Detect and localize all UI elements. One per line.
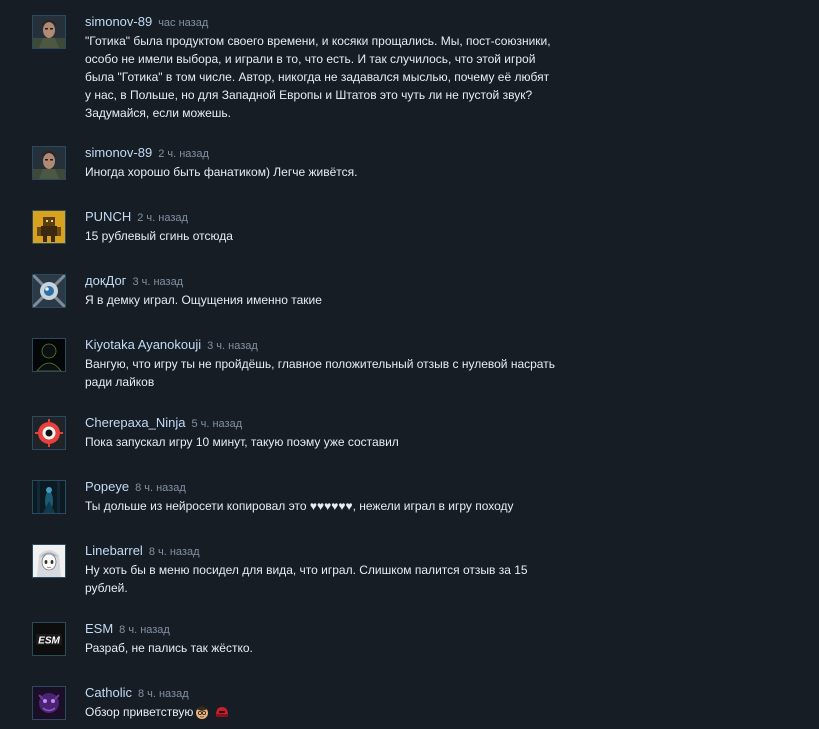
timestamp: 3 ч. назад bbox=[207, 340, 258, 352]
soldier-portrait-icon bbox=[33, 147, 65, 179]
comment-text: Иногда хорошо быть фанатиком) Легче живё… bbox=[85, 165, 358, 179]
red-eye-icon bbox=[33, 417, 65, 449]
comment-text-content: Обзор приветствую bbox=[85, 705, 194, 719]
comment-text: Обзор приветствую bbox=[85, 703, 555, 721]
comment: simonov-89 2 ч. назад Иногда хорошо быть … bbox=[32, 145, 592, 181]
esm-logo-text: ESM bbox=[38, 636, 60, 647]
purple-monster-icon bbox=[33, 687, 65, 719]
timestamp: час назад bbox=[158, 17, 209, 29]
comment: докДог 3 ч. назад Я в демку играл. Ощущен… bbox=[32, 273, 592, 309]
red-helmet-emoticon-icon bbox=[216, 707, 229, 717]
comment: ESM ESM 8 ч. назад Разраб, не пались так … bbox=[32, 621, 592, 657]
comment: Cherepaxa_Ninja 5 ч. назад Пока запускал … bbox=[32, 415, 592, 451]
avatar[interactable] bbox=[32, 146, 66, 180]
author-name[interactable]: simonov-89 bbox=[85, 145, 152, 160]
comment: Kiyotaka Ayanokouji 3 ч. назад Вангую, чт… bbox=[32, 337, 592, 391]
author-name[interactable]: simonov-89 bbox=[85, 14, 152, 29]
timestamp: 2 ч. назад bbox=[158, 148, 209, 160]
comment-text: Вангую, что игру ты не пройдёшь, главное… bbox=[85, 357, 555, 389]
author-name[interactable]: Catholic bbox=[85, 685, 132, 700]
author-name[interactable]: докДог bbox=[85, 273, 126, 288]
author-name[interactable]: Popeye bbox=[85, 479, 129, 494]
soldier-portrait-icon bbox=[33, 16, 65, 48]
comment: simonov-89 час назад "Готика" была продук… bbox=[32, 14, 592, 122]
comment-text: Ну хоть бы в меню посидел для вида, что … bbox=[85, 563, 528, 595]
avatar[interactable] bbox=[32, 480, 66, 514]
avatar[interactable] bbox=[32, 274, 66, 308]
comment: Linebarrel 8 ч. назад Ну хоть бы в меню п… bbox=[32, 543, 592, 597]
dark-silhouette-icon bbox=[33, 339, 65, 371]
avatar[interactable] bbox=[32, 416, 66, 450]
timestamp: 2 ч. назад bbox=[137, 212, 188, 224]
timestamp: 8 ч. назад bbox=[137, 688, 189, 700]
comment: PUNCH 2 ч. назад 15 рублевый сгинь отсюда bbox=[32, 209, 592, 245]
comment-text: 15 рублевый сгинь отсюда bbox=[85, 229, 233, 243]
timestamp: 8 ч. назад bbox=[135, 482, 186, 494]
esm-logo-icon: ESM bbox=[33, 623, 65, 655]
author-name[interactable]: Linebarrel bbox=[85, 543, 143, 558]
author-name[interactable]: Kiyotaka Ayanokouji bbox=[85, 337, 201, 352]
avatar[interactable] bbox=[32, 15, 66, 49]
comment-text: Я в демку играл. Ощущения именно такие bbox=[85, 293, 322, 307]
avatar[interactable] bbox=[32, 544, 66, 578]
comment-text: Ты дольше из нейросети копировал это ♥♥♥… bbox=[85, 499, 514, 513]
comment: Catholic 8 ч. назад Обзор приветствую bbox=[32, 685, 592, 721]
avatar[interactable]: ESM bbox=[32, 622, 66, 656]
comment-text: Разраб, не пались так жёстко. bbox=[85, 641, 253, 655]
silver-orb-icon bbox=[33, 275, 65, 307]
yellow-robot-icon bbox=[33, 211, 65, 243]
author-name[interactable]: Cherepaxa_Ninja bbox=[85, 415, 185, 430]
author-name[interactable]: ESM bbox=[85, 621, 113, 636]
avatar[interactable] bbox=[32, 210, 66, 244]
timestamp: 5 ч. назад bbox=[191, 418, 243, 430]
timestamp: 8 ч. назад bbox=[148, 546, 200, 558]
comment: Popeye 8 ч. назад Ты дольше из нейросети … bbox=[32, 479, 592, 515]
comment-text: "Готика" была продуктом своего времени, … bbox=[85, 34, 551, 120]
timestamp: 3 ч. назад bbox=[132, 276, 184, 288]
scholar-emoticon-icon bbox=[196, 706, 209, 719]
comment-text: Пока запускал игру 10 минут, такую поэму… bbox=[85, 435, 399, 449]
avatar[interactable] bbox=[32, 686, 66, 720]
avatar[interactable] bbox=[32, 338, 66, 372]
timestamp: 8 ч. назад bbox=[119, 624, 170, 636]
anime-girl-icon bbox=[33, 545, 65, 577]
author-name[interactable]: PUNCH bbox=[85, 209, 131, 224]
dark-forest-figure-icon bbox=[33, 481, 65, 513]
